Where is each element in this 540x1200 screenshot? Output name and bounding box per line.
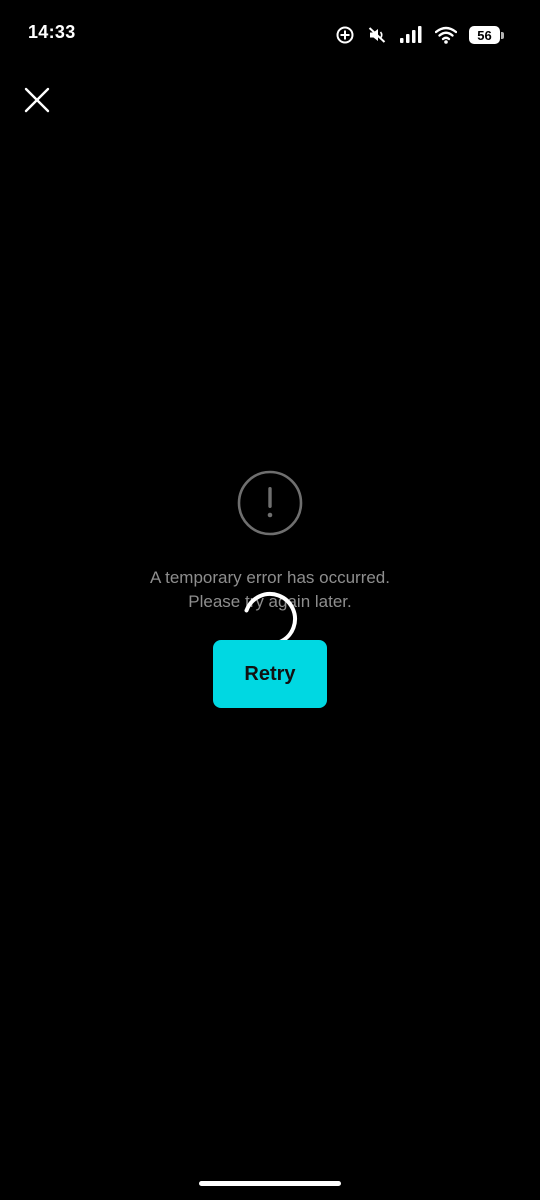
signal-icon	[399, 25, 423, 45]
error-message-line-1: A temporary error has occurred.	[150, 568, 390, 587]
sync-icon	[335, 25, 355, 45]
battery-icon: 56	[469, 26, 504, 44]
status-bar: 14:33 56	[0, 0, 540, 68]
mute-icon	[367, 25, 387, 45]
exclamation-circle-icon	[237, 470, 303, 536]
error-panel: A temporary error has occurred. Please t…	[0, 470, 540, 720]
status-time: 14:33	[28, 22, 76, 42]
close-icon	[24, 87, 50, 113]
status-icons: 56	[335, 22, 504, 48]
home-indicator[interactable]	[199, 1181, 341, 1186]
retry-button[interactable]: Retry	[213, 640, 327, 708]
close-button[interactable]	[18, 81, 56, 119]
wifi-icon	[435, 25, 457, 45]
battery-level: 56	[469, 26, 500, 44]
